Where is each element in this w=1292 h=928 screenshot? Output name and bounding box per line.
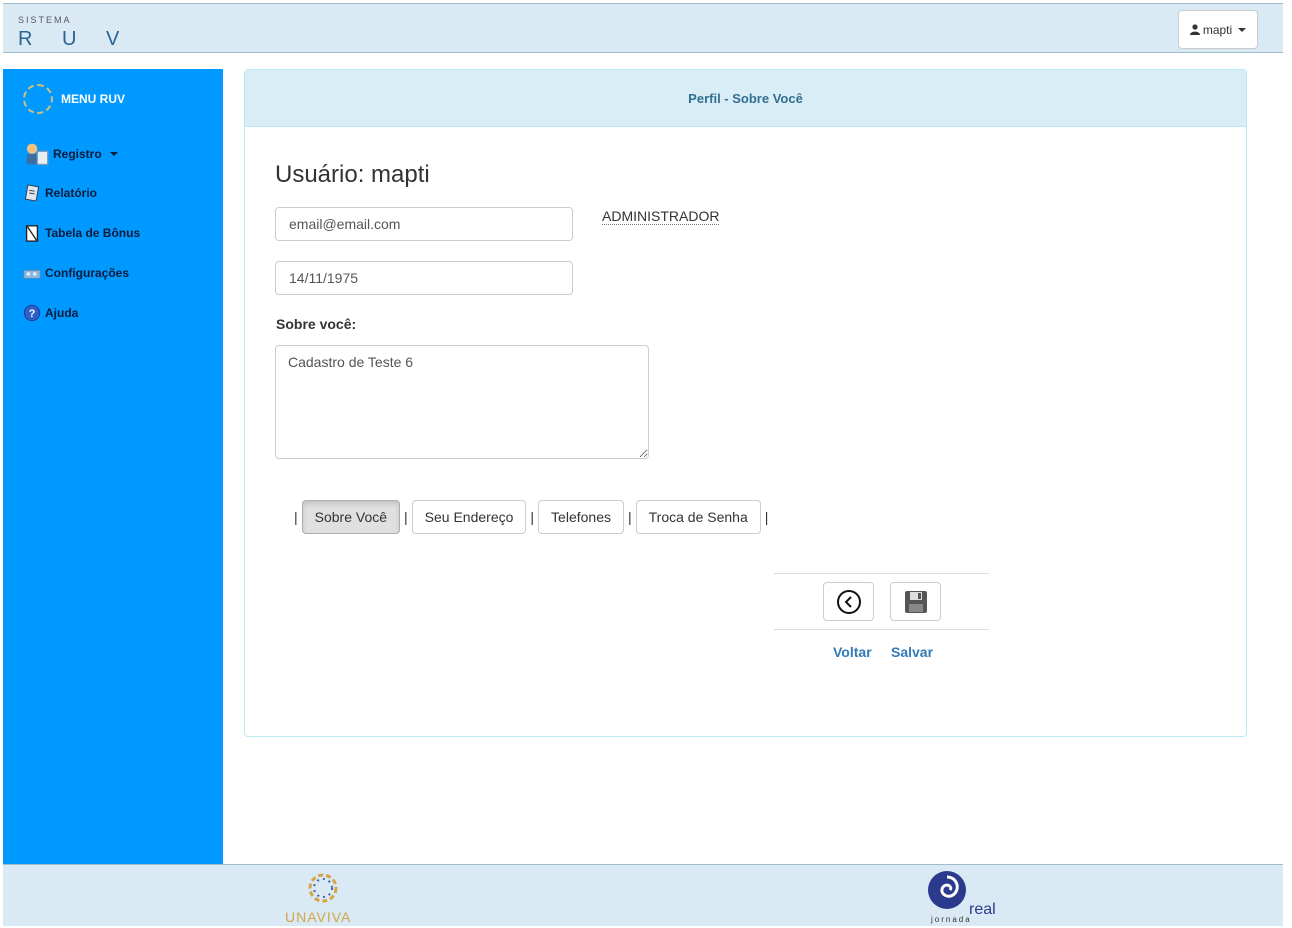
sidebar-item-ajuda[interactable]: ? Ajuda xyxy=(23,304,78,322)
back-arrow-icon xyxy=(836,589,861,614)
sidebar-item-label: Configurações xyxy=(45,266,130,280)
unaviva-logo-text: UNAVIVA xyxy=(285,909,352,925)
panel-heading: Perfil - Sobre Você xyxy=(245,70,1246,127)
jornada-real-logo-icon xyxy=(928,871,966,909)
sidebar-item-label: Tabela de Bônus xyxy=(45,226,141,240)
real-logo-text: real xyxy=(969,901,996,918)
unaviva-logo: UNAVIVA xyxy=(285,869,355,925)
settings-icon xyxy=(23,269,41,279)
panel-title: Perfil - Sobre Você xyxy=(688,90,803,106)
tab-seu-endereco[interactable]: Seu Endereço xyxy=(411,500,527,534)
back-link[interactable]: Voltar xyxy=(833,644,872,660)
save-link[interactable]: Salvar xyxy=(891,644,933,660)
sidebar-item-configuracoes[interactable]: Configurações xyxy=(23,264,129,282)
tab-separator: | xyxy=(404,509,408,525)
tab-separator: | xyxy=(530,509,535,525)
sidebar-header: MENU RUV xyxy=(23,84,125,114)
user-icon xyxy=(1189,24,1200,35)
sidebar-title: MENU RUV xyxy=(61,92,126,106)
tab-separator: | xyxy=(294,509,298,525)
tab-separator: | xyxy=(764,509,769,525)
about-textarea[interactable]: Cadastro de Teste 6 xyxy=(275,345,649,459)
save-button[interactable] xyxy=(890,582,941,621)
footer: UNAVIVA real jornada xyxy=(3,864,1283,926)
floppy-disk-icon xyxy=(904,590,927,613)
user-menu-label: mapti xyxy=(1202,22,1233,37)
unaviva-logo-icon xyxy=(308,873,338,903)
chevron-down-icon xyxy=(1238,27,1247,32)
bonus-table-icon xyxy=(25,225,39,242)
sidebar-item-label: Registro xyxy=(53,147,102,161)
tab-sobre-voce[interactable]: Sobre Você xyxy=(301,500,401,534)
brand-system-name[interactable]: R U V xyxy=(18,28,131,51)
register-icon xyxy=(26,143,49,166)
brand-system-label: SISTEMA xyxy=(18,15,72,25)
profile-tabs: | Sobre Você | Seu Endereço | Telefones … xyxy=(290,500,772,534)
sidebar-item-label: Ajuda xyxy=(45,306,79,320)
chevron-down-icon xyxy=(109,152,118,156)
tab-telefones[interactable]: Telefones xyxy=(538,500,624,534)
sidebar-item-relatorio[interactable]: Relatório xyxy=(23,184,97,202)
sidebar-item-registro[interactable]: Registro xyxy=(23,141,118,167)
help-icon: ? xyxy=(23,304,41,322)
menu-logo-icon xyxy=(23,84,53,114)
tab-troca-de-senha[interactable]: Troca de Senha xyxy=(635,500,761,534)
back-button[interactable] xyxy=(823,582,874,621)
profile-panel: Perfil - Sobre Você Usuário: mapti ADMIN… xyxy=(244,69,1247,737)
jornada-real-logo: real jornada xyxy=(927,867,1007,925)
svg-text:?: ? xyxy=(29,308,36,320)
sidebar-item-tabela-bonus[interactable]: Tabela de Bônus xyxy=(23,224,140,242)
tab-separator: | xyxy=(627,509,632,525)
email-field[interactable] xyxy=(275,207,573,241)
birthdate-field[interactable] xyxy=(275,261,573,295)
top-navbar: SISTEMA R U V mapti xyxy=(3,3,1283,53)
sidebar-menu: MENU RUV Registro Relatório Tabela de Bô… xyxy=(3,69,223,864)
jornada-logo-text: jornada xyxy=(931,915,972,924)
page-title: Usuário: mapti xyxy=(275,161,430,188)
sidebar-item-label: Relatório xyxy=(45,186,98,200)
user-menu-button[interactable]: mapti xyxy=(1178,10,1258,49)
role-label: ADMINISTRADOR xyxy=(602,208,720,225)
about-label: Sobre você: xyxy=(276,316,357,332)
action-bar: Voltar Salvar xyxy=(774,573,989,660)
report-icon xyxy=(24,184,40,202)
